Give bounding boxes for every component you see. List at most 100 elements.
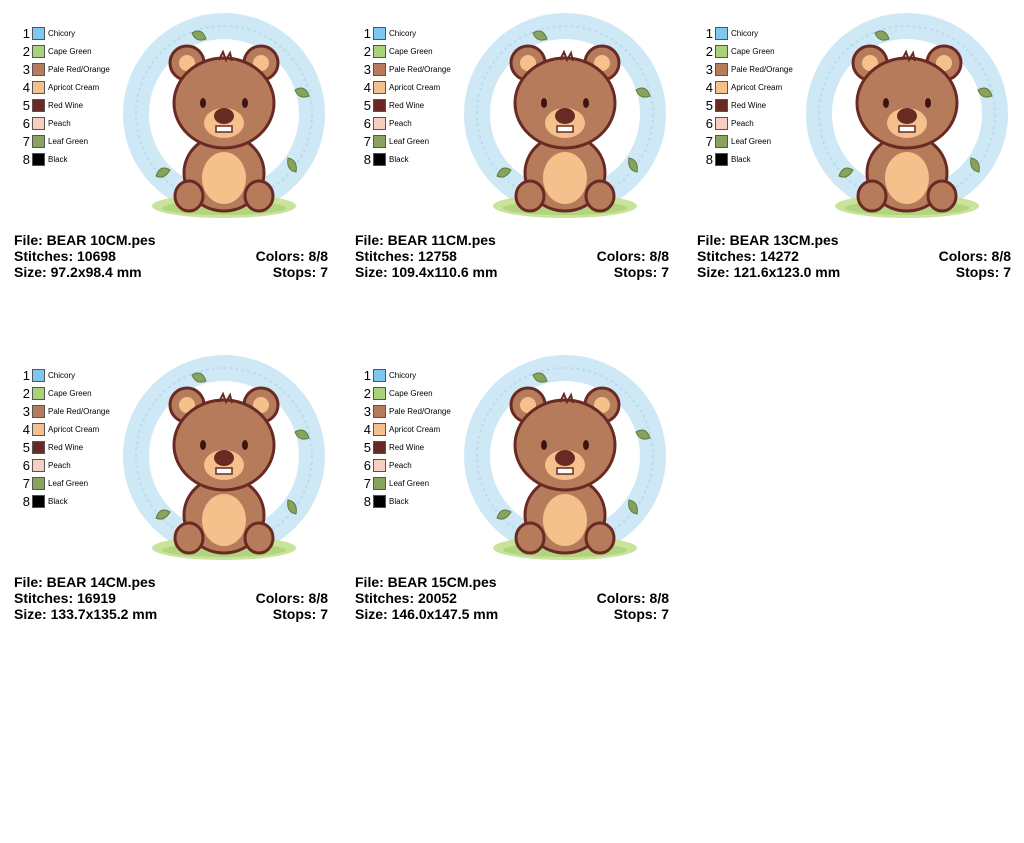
palette-number: 8: [363, 152, 371, 167]
stop-count: Stops: 7: [613, 606, 669, 622]
design-info: File: BEAR 13CM.pes Stitches: 14272 Colo…: [697, 232, 1011, 280]
thread-name: Black: [389, 497, 409, 506]
design-size: Size: 121.6x123.0 mm: [697, 264, 841, 280]
file-name: File: BEAR 13CM.pes: [697, 232, 839, 248]
thread-name: Pale Red/Orange: [48, 407, 110, 416]
color-swatch: [32, 477, 45, 490]
thread-name: Black: [389, 155, 409, 164]
file-name: File: BEAR 11CM.pes: [355, 232, 496, 248]
thread-name: Pale Red/Orange: [389, 65, 451, 74]
design-card: 1 Chicory 2 Cape Green 3 Pale Red/Orange 4 Apri…: [14, 342, 344, 642]
design-info: File: BEAR 11CM.pes Stitches: 12758 Colo…: [355, 232, 669, 280]
thread-name: Apricot Cream: [48, 83, 100, 92]
palette-number: 4: [363, 80, 371, 95]
palette-number: 6: [363, 458, 371, 473]
palette-number: 7: [705, 134, 713, 149]
color-swatch: [32, 63, 45, 76]
palette-number: 3: [363, 404, 371, 419]
color-swatch: [373, 477, 386, 490]
thread-name: Peach: [389, 119, 412, 128]
design-info: File: BEAR 10CM.pes Stitches: 10698 Colo…: [14, 232, 328, 280]
palette-number: 4: [705, 80, 713, 95]
thread-name: Red Wine: [48, 443, 84, 452]
color-swatch: [32, 441, 45, 454]
color-swatch: [32, 99, 45, 112]
thread-name: Black: [48, 155, 68, 164]
stop-count: Stops: 7: [272, 264, 328, 280]
thread-name: Leaf Green: [389, 137, 430, 146]
color-swatch: [373, 117, 386, 130]
color-swatch: [715, 45, 728, 58]
thread-name: Red Wine: [389, 443, 425, 452]
thread-name: Cape Green: [389, 47, 433, 56]
thread-name: Apricot Cream: [389, 425, 441, 434]
palette-number: 6: [363, 116, 371, 131]
color-swatch: [32, 369, 45, 382]
stitch-count: Stitches: 16919: [14, 590, 116, 606]
thread-name: Cape Green: [389, 389, 433, 398]
palette-number: 1: [705, 26, 713, 41]
palette-number: 5: [705, 98, 713, 113]
color-swatch: [32, 423, 45, 436]
palette-number: 8: [22, 494, 30, 509]
bear-embroidery-image: [123, 13, 325, 218]
bear-embroidery-image: [806, 13, 1008, 218]
color-count: Colors: 8/8: [938, 248, 1011, 264]
thread-name: Chicory: [731, 29, 759, 38]
palette-number: 5: [22, 98, 30, 113]
color-swatch: [32, 27, 45, 40]
color-swatch: [373, 441, 386, 454]
color-swatch: [32, 135, 45, 148]
thread-name: Cape Green: [731, 47, 775, 56]
design-card: 1 Chicory 2 Cape Green 3 Pale Red/Orange 4 Apri…: [697, 0, 1024, 300]
palette-number: 5: [363, 98, 371, 113]
palette-number: 1: [22, 26, 30, 41]
color-swatch: [32, 117, 45, 130]
design-info: File: BEAR 14CM.pes Stitches: 16919 Colo…: [14, 574, 328, 622]
color-swatch: [32, 153, 45, 166]
bear-embroidery-image: [464, 13, 666, 218]
palette-number: 3: [22, 62, 30, 77]
thread-name: Peach: [48, 461, 71, 470]
thread-name: Chicory: [389, 371, 417, 380]
palette-number: 1: [363, 26, 371, 41]
design-size: Size: 133.7x135.2 mm: [14, 606, 158, 622]
stitch-count: Stitches: 14272: [697, 248, 799, 264]
color-swatch: [32, 387, 45, 400]
palette-number: 6: [22, 458, 30, 473]
design-size: Size: 146.0x147.5 mm: [355, 606, 499, 622]
design-info: File: BEAR 15CM.pes Stitches: 20052 Colo…: [355, 574, 669, 622]
palette-number: 1: [22, 368, 30, 383]
design-size: Size: 109.4x110.6 mm: [355, 264, 498, 280]
color-swatch: [373, 387, 386, 400]
color-count: Colors: 8/8: [596, 590, 669, 606]
thread-name: Pale Red/Orange: [48, 65, 110, 74]
thread-name: Leaf Green: [389, 479, 430, 488]
color-swatch: [32, 459, 45, 472]
color-swatch: [373, 63, 386, 76]
color-swatch: [373, 369, 386, 382]
color-swatch: [373, 405, 386, 418]
color-swatch: [715, 135, 728, 148]
bear-embroidery-image: [464, 355, 666, 560]
thread-name: Peach: [48, 119, 71, 128]
thread-name: Leaf Green: [48, 137, 89, 146]
thread-name: Red Wine: [389, 101, 425, 110]
color-swatch: [715, 63, 728, 76]
stop-count: Stops: 7: [613, 264, 669, 280]
palette-number: 2: [363, 44, 371, 59]
palette-number: 6: [22, 116, 30, 131]
stop-count: Stops: 7: [272, 606, 328, 622]
design-size: Size: 97.2x98.4 mm: [14, 264, 142, 280]
thread-name: Peach: [389, 461, 412, 470]
palette-number: 4: [22, 80, 30, 95]
palette-number: 3: [705, 62, 713, 77]
color-count: Colors: 8/8: [255, 248, 328, 264]
color-swatch: [715, 81, 728, 94]
design-card: 1 Chicory 2 Cape Green 3 Pale Red/Orange 4 Apri…: [355, 0, 685, 300]
thread-name: Chicory: [389, 29, 417, 38]
palette-number: 7: [22, 476, 30, 491]
color-swatch: [715, 99, 728, 112]
palette-number: 1: [363, 368, 371, 383]
design-card: 1 Chicory 2 Cape Green 3 Pale Red/Orange 4 Apri…: [14, 0, 344, 300]
